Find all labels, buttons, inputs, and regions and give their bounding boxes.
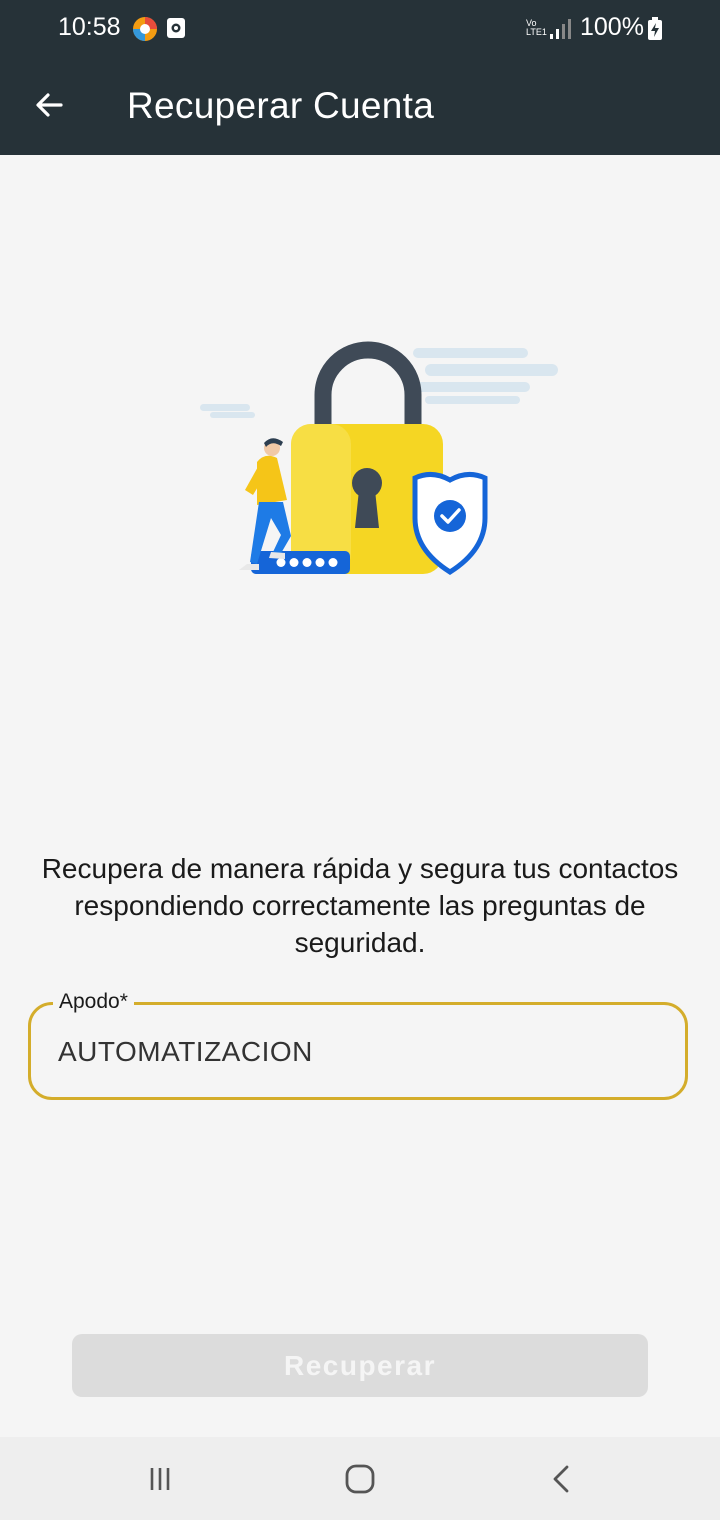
home-button[interactable]: [338, 1457, 382, 1501]
recent-apps-icon: [150, 1468, 170, 1490]
recovery-description: Recupera de manera rápida y segura tus c…: [41, 853, 679, 958]
recover-button[interactable]: Recuperar: [72, 1334, 648, 1397]
battery-charging-icon: [648, 17, 662, 40]
home-icon: [345, 1464, 375, 1494]
network-type: Vo LTE1: [526, 18, 547, 37]
back-chevron-icon: [553, 1465, 569, 1493]
system-nav-bar: [0, 1437, 720, 1520]
back-button[interactable]: [24, 80, 74, 130]
recent-apps-button[interactable]: [138, 1457, 182, 1501]
status-time: 10:58: [58, 13, 121, 41]
page-title: Recuperar Cuenta: [127, 85, 435, 126]
app-bar: Recuperar Cuenta: [0, 58, 720, 155]
battery-percentage: 100%: [580, 13, 644, 41]
status-bar: 10:58 Vo LTE1 100%: [0, 0, 720, 58]
camera-notification-icon: [167, 18, 185, 38]
signal-icon: [550, 19, 571, 39]
arrow-left-icon: [36, 93, 63, 117]
nav-back-button[interactable]: [540, 1457, 584, 1501]
nickname-field[interactable]: Apodo*: [28, 990, 688, 1100]
app-notification-icon: [133, 17, 157, 41]
nickname-input[interactable]: [56, 1005, 660, 1099]
lock-security-illustration: [200, 341, 558, 575]
